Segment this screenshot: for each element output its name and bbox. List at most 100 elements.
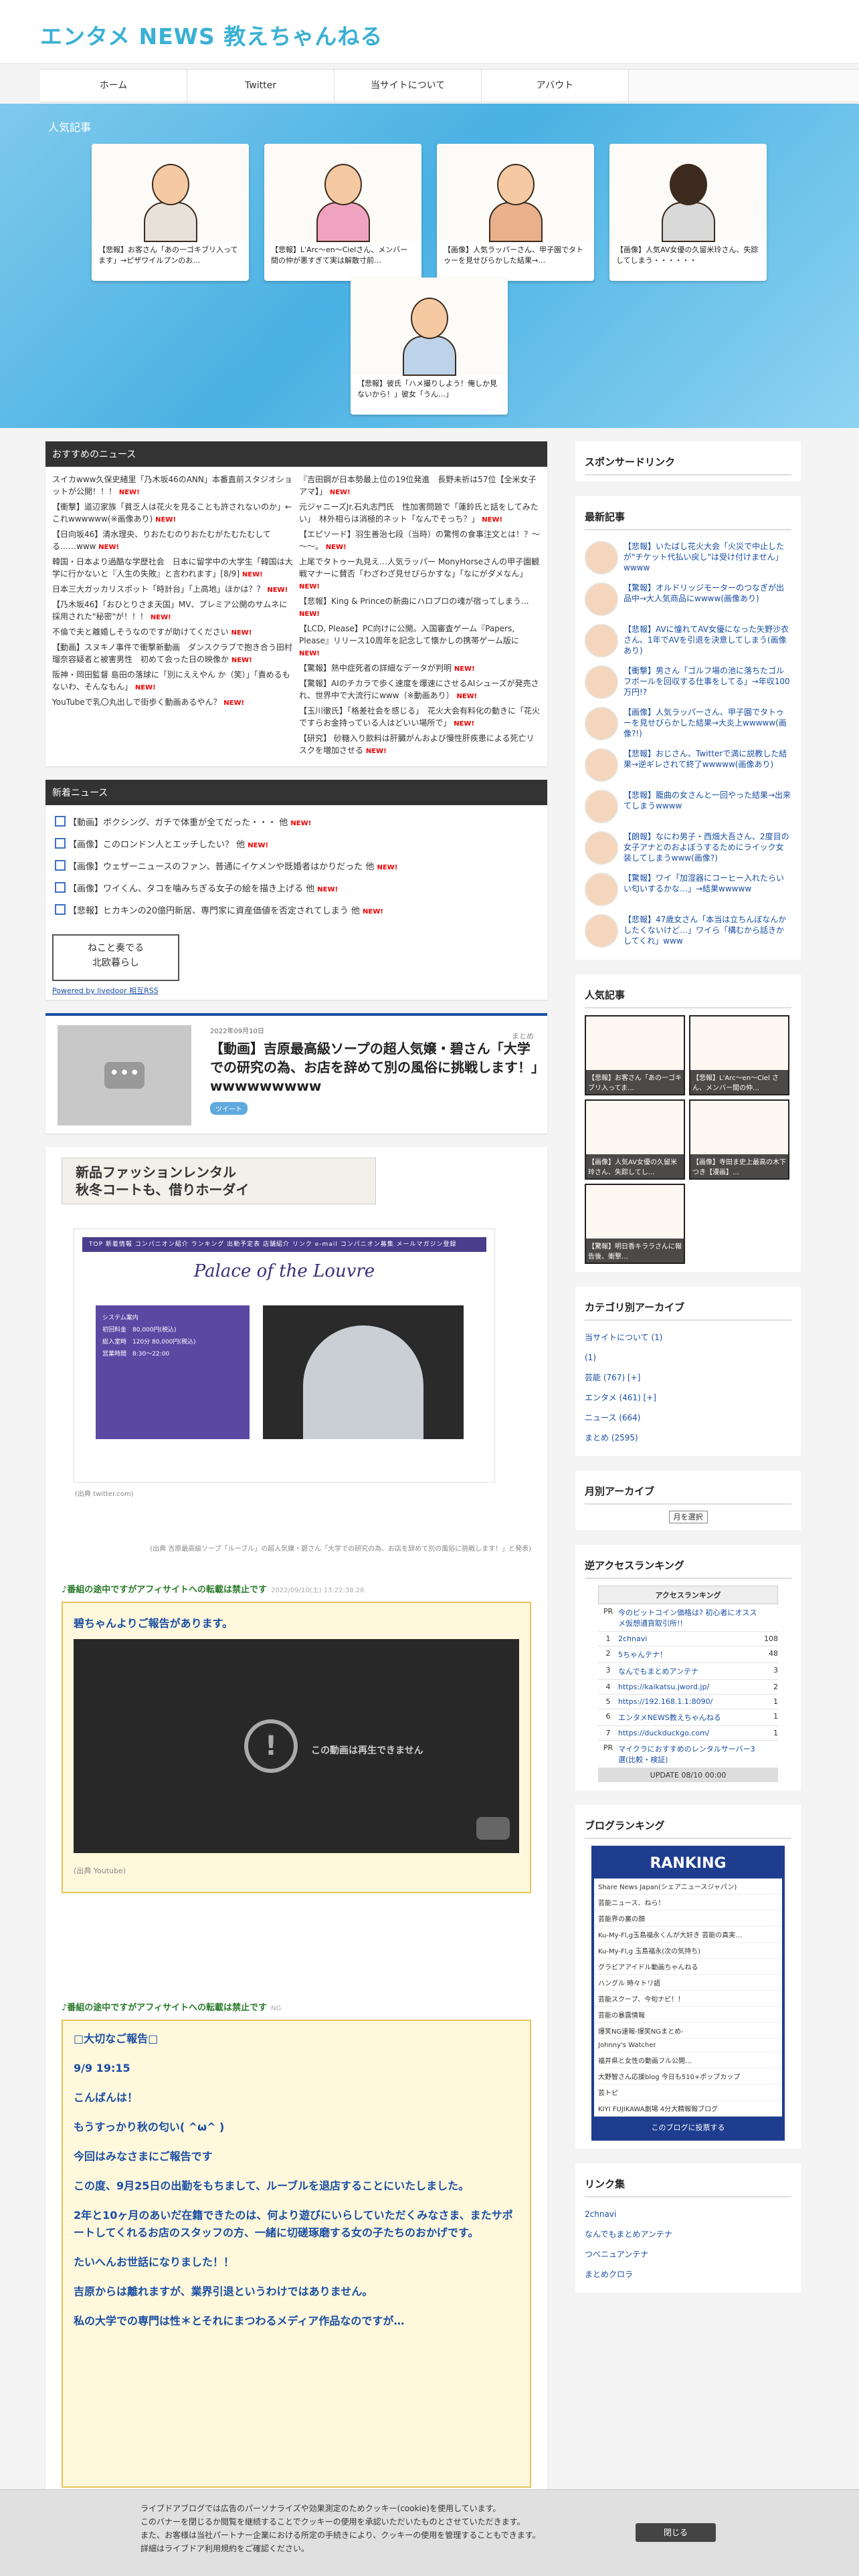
- new-news-item[interactable]: 【画像】このロンドン人とエッチしたい？ 他 NEW!: [52, 833, 541, 855]
- new-news-item[interactable]: 【悲報】ヒカキンの20億円新居、専門家に資産価値を否定されてしまう 他 NEW!: [52, 899, 541, 921]
- news-item[interactable]: 上尾でタトゥー丸見え…人気ラッパー MonyHorseさんの甲子園観戦マナーに賛…: [299, 556, 541, 593]
- blog-rank-row[interactable]: 芸能界の裏の顔: [594, 1911, 782, 1927]
- nav-home[interactable]: ホーム: [40, 70, 187, 102]
- category-link[interactable]: 当サイトについて (1): [585, 1327, 791, 1348]
- new-news-link[interactable]: 【動画】ボクシング、ガチで体重が全てだった・・・ 他: [68, 818, 288, 828]
- link-item[interactable]: 2chnavi: [585, 2204, 791, 2224]
- latest-item[interactable]: 【悲報】おじさん、Twitterで満に説教した結果→逆ギレされて終了wwwww(…: [585, 744, 791, 786]
- news-item[interactable]: YouTubeで乳〇丸出しで街歩く動画あるやん？ NEW!: [52, 696, 294, 710]
- news-item[interactable]: 【衝撃】道辺家族「貧乏人は花火を見ることも許されないのか」←これwwwwww(※…: [52, 501, 294, 526]
- latest-item[interactable]: 【悲報】籠曲の女さんと一回やった結果→出来てしまうwwww: [585, 786, 791, 827]
- nav-about-site[interactable]: 当サイトについて: [335, 70, 482, 102]
- news-item[interactable]: 阪神・岡田監督 島田の落球に「別にええやん か（笑）」「責めるもないわ、そんなも…: [52, 669, 294, 694]
- blog-rank-row[interactable]: 芸能スクープ、今旬ナビ！！: [594, 1991, 782, 2007]
- nav-about[interactable]: アバウト: [482, 70, 629, 102]
- link-item[interactable]: つべニュアンテナ: [585, 2244, 791, 2264]
- news-item[interactable]: 元ジャニーズJr.石丸志門氏 性加害問題で「蓮鈴氏と話をしてみたい」 林外相らは…: [299, 501, 541, 526]
- link-item[interactable]: まとめクロラ: [585, 2264, 791, 2284]
- news-link[interactable]: スイカwww久保史緒里「乃木坂46のANN」本番直前スタジオショットが公開！！！: [52, 475, 292, 496]
- latest-link[interactable]: 【悲報】いたばし花火大会「火災で中止したが"チケット代払い戻し"は受け付けません…: [624, 541, 791, 574]
- category-link[interactable]: (1): [585, 1348, 791, 1368]
- rank-site[interactable]: 2chnavi: [618, 1634, 758, 1643]
- article-category[interactable]: まとめ: [512, 1031, 534, 1041]
- latest-link[interactable]: 【朗報】なにわ男子・西畑大吾さん、2度目の女子アナとのおよぼうするためにライック…: [624, 831, 791, 865]
- news-link[interactable]: 【悲報】King & Princeの新曲にハロプロの魂が宿ってしまう…: [299, 597, 529, 606]
- latest-link[interactable]: 【悲報】籠曲の女さんと一回やった結果→出来てしまうwwww: [624, 790, 791, 823]
- latest-item[interactable]: 【朗報】なにわ男子・西畑大吾さん、2度目の女子アナとのおよぼうするためにライック…: [585, 827, 791, 869]
- category-link[interactable]: エンタメ (461) [+]: [585, 1388, 791, 1408]
- blog-rank-row[interactable]: Ku-My-Fl,g 玉島福永(次の気持ち): [594, 1943, 782, 1959]
- video-player[interactable]: ! この動画は再生できません: [74, 1639, 519, 1853]
- ad-banner[interactable]: 新品ファッションレンタル 秋冬コートも、借りホーダイ: [62, 1158, 376, 1204]
- popular-item[interactable]: 【驚報】明日香キララさんに報告後、衝撃…: [585, 1184, 685, 1264]
- news-link[interactable]: 【LCD, Please】PC向けに公開。入国審査ゲーム『Papers, Ple…: [299, 624, 519, 645]
- banner-kurashi[interactable]: ねこと奏でる 北欧暮らし: [52, 934, 179, 981]
- rank-site[interactable]: なんでもまとめアンテナ: [618, 1666, 758, 1677]
- blog-rank-row[interactable]: Ku-My-Fl,g玉島福永くんが大好き 芸能の真実…: [594, 1927, 782, 1943]
- rank-site[interactable]: 5ちゃんテナ！: [618, 1649, 758, 1660]
- hero-card[interactable]: 【画像】人気ラッパーさん、甲子園でタトゥーを見せびらかした結果→…: [437, 144, 594, 281]
- news-item[interactable]: 不倫で夫と離婚しそうなのですが助けてください NEW!: [52, 626, 294, 639]
- blog-rank-row[interactable]: 大野智さん応援blog 今日も510+ポップカップ: [594, 2068, 782, 2084]
- blog-rank-row[interactable]: Johnny's Watcher: [594, 2039, 782, 2052]
- news-item[interactable]: 【驚報】AIのチカラで歩く速度を爆速にさせるAIシューズが発売され、世界中で大流…: [299, 677, 541, 703]
- tweet-button[interactable]: ツイート: [210, 1102, 248, 1115]
- news-item[interactable]: 『吉田鋼が日本勢最上位の19位発進 長野未祈は57位【全米女子アマ】」 NEW!: [299, 473, 541, 499]
- blog-rank-row[interactable]: グラビアアイドル動画ちゃんねる: [594, 1959, 782, 1975]
- news-link[interactable]: 【驚報】AIのチカラで歩く速度を爆速にさせるAIシューズが発売され、世界中で大流…: [299, 679, 539, 700]
- new-news-link[interactable]: 【悲報】ヒカキンの20億円新居、専門家に資産価値を否定されてしまう 他: [68, 906, 360, 916]
- blog-rank-row[interactable]: 爆笑NG速報-爆笑NGまとめ-: [594, 2023, 782, 2039]
- link-item[interactable]: なんでもまとめアンテナ: [585, 2224, 791, 2244]
- latest-link[interactable]: 【悲報】47歳女さん「本当は立ちんぼなんかしたくないけど…」ワイら「構むから話き…: [624, 914, 791, 948]
- site-logo[interactable]: エンタメ NEWS 教えちゃんねる: [40, 19, 383, 51]
- popular-item[interactable]: 【悲報】L'Arc～en～Ciel さん、メンバー間の仲…: [689, 1015, 789, 1095]
- news-item[interactable]: 日本三大ガッカリスポット「時計台」「上高地」ほかは？？ NEW!: [52, 583, 294, 597]
- latest-item[interactable]: 【画像】人気ラッパーさん、甲子園でタトゥーを見せびらかした結果→大炎上wwwww…: [585, 703, 791, 744]
- news-link[interactable]: 上尾でタトゥー丸見え…人気ラッパー MonyHorseさんの甲子園観戦マナーに賛…: [299, 557, 539, 578]
- blog-rank-row[interactable]: 芸能の暴露情報: [594, 2007, 782, 2023]
- news-item[interactable]: 【玉川徹氏】「格差社会を感じる」 花火大会有料化の動きに「花火ですらお金持ってい…: [299, 705, 541, 730]
- news-link[interactable]: 【日向坂46】清水理央、りおたむのりおたむがたむたむしてる……www: [52, 530, 271, 551]
- latest-item[interactable]: 【悲報】47歳女さん「本当は立ちんぼなんかしたくないけど…」ワイら「構むから話き…: [585, 910, 791, 952]
- blog-rank-row[interactable]: 福井県と女性の動画フル公開…: [594, 2052, 782, 2068]
- youtube-icon[interactable]: [476, 1817, 510, 1840]
- latest-item[interactable]: 【衝撃】男さん「ゴルフ場の池に落ちたゴルフボールを回収する仕事をしてる」→年収1…: [585, 661, 791, 703]
- powered-by-link[interactable]: Powered by livedoor 相互RSS: [45, 981, 547, 1000]
- rank-site[interactable]: https://192.168.1.1:8090/: [618, 1697, 758, 1706]
- latest-link[interactable]: 【驚報】オルドリッジモーターのつなぎが出品中→大人気商品にwwww(画像あり): [624, 582, 791, 616]
- rank-site[interactable]: https://kaikatsu.jword.jp/: [618, 1683, 758, 1691]
- news-item[interactable]: 【悲報】King & Princeの新曲にハロプロの魂が宿ってしまう… NEW!: [299, 595, 541, 621]
- blog-rank-row[interactable]: Share News Japan(シェアニュースジャパン): [594, 1879, 782, 1895]
- latest-link[interactable]: 【画像】人気ラッパーさん、甲子園でタトゥーを見せびらかした結果→大炎上wwwww…: [624, 707, 791, 740]
- category-link[interactable]: まとめ (2595): [585, 1428, 791, 1448]
- new-news-link[interactable]: 【画像】このロンドン人とエッチしたい？ 他: [68, 840, 245, 850]
- close-button[interactable]: 閉じる: [636, 2523, 716, 2542]
- news-item[interactable]: 【日向坂46】清水理央、りおたむのりおたむがたむたむしてる……www NEW!: [52, 528, 294, 554]
- new-news-item[interactable]: 【動画】ボクシング、ガチで体重が全てだった・・・ 他 NEW!: [52, 811, 541, 833]
- popular-item[interactable]: 【画像】寺田ま史上最高の木下つき【漫画】…: [689, 1099, 789, 1180]
- new-news-item[interactable]: 【画像】ワイくん、タコを噛みちぎる女子の絵を描き上げる 他 NEW!: [52, 877, 541, 899]
- hero-card[interactable]: 【悲報】彼氏「ハメ撮りしよう！俺しか見ないから！」彼女「うん…」: [351, 278, 508, 415]
- rank-site[interactable]: https://duckduckgo.com/: [618, 1729, 758, 1737]
- latest-link[interactable]: 【驚報】ワイ「加湿器にコーヒー入れたらいい匂いするかな…」→結果wwwww: [624, 873, 791, 906]
- rank-site[interactable]: エンタメNEWS教えちゃんねる: [618, 1712, 758, 1723]
- news-item[interactable]: スイカwww久保史緒里「乃木坂46のANN」本番直前スタジオショットが公開！！！…: [52, 473, 294, 499]
- blog-rank-row[interactable]: KIYI FUJIKAWA劇場 4分大精報報ブログ: [594, 2101, 782, 2117]
- news-link[interactable]: 【玉川徹氏】「格差社会を感じる」 花火大会有料化の動きに「花火ですらお金持ってい…: [299, 706, 540, 728]
- latest-item[interactable]: 【悲報】AVに憧れてAV女優になった矢野沙衣さん、1年でAVを引退を決意してしま…: [585, 620, 791, 661]
- hero-card[interactable]: 【悲報】お客さん「あの一ゴキブリ入ってます」→ピザワイルプンのお…: [92, 144, 249, 281]
- latest-link[interactable]: 【悲報】おじさん、Twitterで満に説教した結果→逆ギレされて終了wwwww(…: [624, 748, 791, 782]
- news-link[interactable]: 阪神・岡田監督 島田の落球に「別にええやん か（笑）」「責めるもないわ、そんなも…: [52, 670, 290, 691]
- month-select[interactable]: 月を選択: [668, 1511, 708, 1523]
- news-item[interactable]: 【乃木坂46】「おひとりさま天国」MV、プレミア公開のサムネに採用された"秘密"…: [52, 599, 294, 624]
- new-news-link[interactable]: 【画像】ウェザーニュースのファン、普通にイケメンや既婚者はかりだった 他: [68, 862, 374, 872]
- news-link[interactable]: 【研究】 砂糖入り飲料は肝臓がんおよび慢性肝疾患による死亡リスクを増加させる: [299, 734, 534, 755]
- category-link[interactable]: 芸能 (767) [+]: [585, 1368, 791, 1388]
- latest-link[interactable]: 【衝撃】男さん「ゴルフ場の池に落ちたゴルフボールを回収する仕事をしてる」→年収1…: [624, 665, 791, 699]
- news-link[interactable]: 不倫で夫と離婚しそうなのですが助けてください: [52, 627, 229, 637]
- latest-item[interactable]: 【驚報】オルドリッジモーターのつなぎが出品中→大人気商品にwwww(画像あり): [585, 578, 791, 620]
- news-link[interactable]: YouTubeで乳〇丸出しで街歩く動画あるやん？: [52, 697, 221, 707]
- category-link[interactable]: ニュース (664): [585, 1408, 791, 1428]
- news-item[interactable]: 【動画】スヌキノ事件で衝撃新動画 ダンスクラブで抱き合う田村瑠奈容疑者と被害男性…: [52, 641, 294, 667]
- rank-site[interactable]: 今のビットコイン価格は? 初心者にオススメ仮想通貨取引所!!: [618, 1607, 758, 1628]
